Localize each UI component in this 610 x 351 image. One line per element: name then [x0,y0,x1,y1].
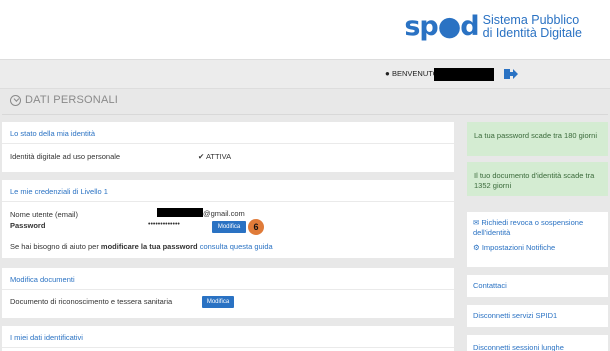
notifications-label: Impostazioni Notifiche [481,243,556,252]
documents-label: Documento di riconoscimento e tessera sa… [10,297,173,306]
credentials-card: Le mie credenziali di Livello 1 Nome ute… [2,180,454,258]
help-guide-link[interactable]: consulta questa guida [200,242,273,251]
notifications-link[interactable]: ⚙ Impostazioni Notifiche [467,240,608,259]
password-expiry-text: La tua password scade tra 180 giorni [474,131,597,140]
password-value: ••••••••••••• [148,221,180,228]
back-arrow-icon[interactable] [10,94,21,106]
document-expiry-notice: Il tuo documento d'identità scade tra 13… [467,162,608,196]
title-divider [2,114,608,115]
username-label: Nome utente (email) [10,210,78,219]
welcome-label: BENVENUTO [392,69,439,78]
identity-type-label: Identità digitale ad uso personale [10,152,121,161]
documents-card: Modifica documenti Documento di riconosc… [2,268,454,318]
redacted-username [434,68,494,81]
identifiers-card: I miei dati identificativi [2,326,454,351]
header: sp●d Sistema Pubblico di Identità Digita… [0,0,610,60]
help-bold: modificare la tua password [100,242,198,251]
identifiers-heading: I miei dati identificativi [2,326,454,348]
mail-icon: ✉ [473,218,480,227]
contact-link[interactable]: Contattaci [467,275,608,297]
page-title-row: DATI PERSONALI [10,94,118,106]
password-label: Password [10,221,46,230]
sidebar-actions: ✉ Richiedi revoca o sospensione dell'ide… [467,212,608,267]
page-title: DATI PERSONALI [25,94,119,106]
user-bar: ● BENVENUTO [0,60,610,89]
spid-logo: sp●d Sistema Pubblico di Identità Digita… [404,12,582,42]
username-value: @gmail.com [203,209,245,218]
gear-icon: ⚙ [473,243,480,252]
spid-logo-mark: sp●d [404,11,479,42]
identity-status-card: Lo stato della mia identità Identità dig… [2,122,454,172]
disconnect-sessions-link[interactable]: Disconnetti sessioni lunghe [467,335,608,351]
documents-heading: Modifica documenti [2,268,454,290]
redacted-email [157,208,203,217]
spid-logo-text: Sistema Pubblico di Identità Digitale [483,14,582,40]
identity-status-heading: Lo stato della mia identità [2,122,454,144]
user-icon: ● [385,69,390,78]
document-expiry-text: Il tuo documento d'identità scade tra 13… [474,171,595,190]
edit-password-button[interactable]: Modifica [212,221,246,233]
password-help-text: Se hai bisogno di aiuto per modificare l… [10,242,273,251]
revoke-identity-link[interactable]: ✉ Richiedi revoca o sospensione dell'ide… [467,212,608,240]
password-expiry-notice: La tua password scade tra 180 giorni [467,122,608,156]
credentials-heading: Le mie credenziali di Livello 1 [2,180,454,202]
help-prefix: Se hai bisogno di aiuto per [10,242,101,251]
disconnect-services-link[interactable]: Disconnetti servizi SPID1 [467,305,608,327]
edit-documents-button[interactable]: Modifica [202,296,234,308]
identity-status-value: ✔ ATTIVA [198,152,232,161]
revoke-identity-label: Richiedi revoca o sospensione dell'ident… [473,218,584,237]
step-badge: 6 [248,219,264,235]
logout-icon[interactable] [504,68,518,80]
logo-line-2: di Identità Digitale [482,26,582,40]
